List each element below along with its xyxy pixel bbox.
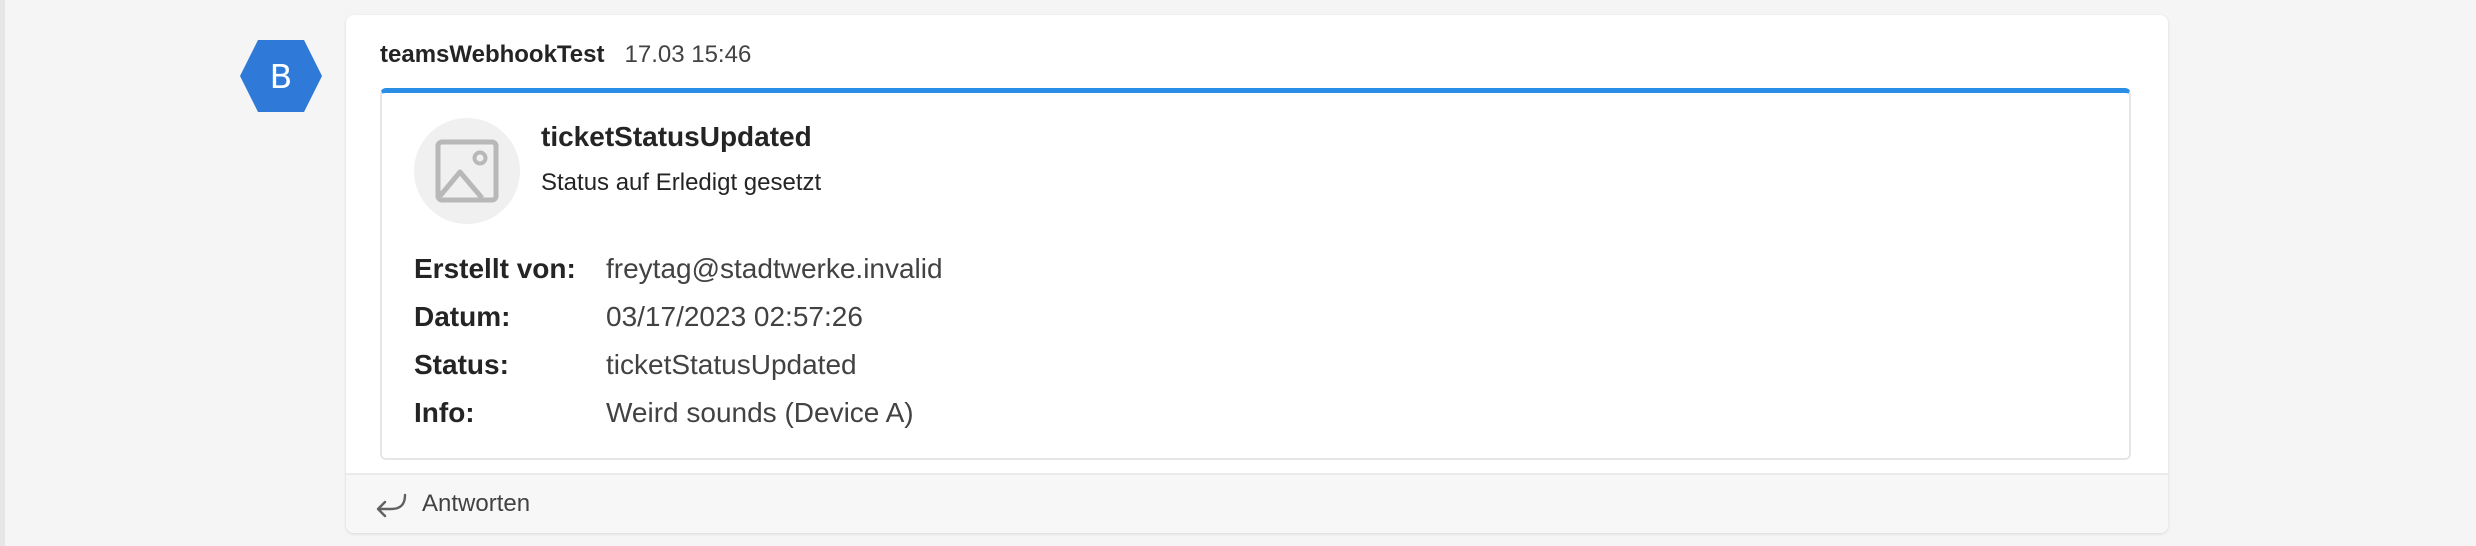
message-header: teamsWebhookTest 17.03 15:46 xyxy=(380,41,751,69)
fact-key: Erstellt von: xyxy=(414,253,576,284)
fact-key: Datum: xyxy=(414,301,511,332)
reply-arrow-icon xyxy=(376,493,407,518)
avatar[interactable]: B xyxy=(238,38,324,114)
image-placeholder-icon xyxy=(414,118,520,224)
fact-key: Status: xyxy=(414,349,509,380)
fact-row-created-by: Erstellt von: freytag@stadtwerke.invalid xyxy=(414,245,943,293)
sender-name[interactable]: teamsWebhookTest xyxy=(380,41,605,69)
message-container: teamsWebhookTest 17.03 15:46 ticketStatu… xyxy=(346,15,2168,533)
fact-row-info: Info: Weird sounds (Device A) xyxy=(414,389,943,437)
fact-value: freytag@stadtwerke.invalid xyxy=(606,253,943,284)
reply-label: Antworten xyxy=(422,490,531,517)
avatar-letter: B xyxy=(269,56,293,96)
reply-button[interactable]: Antworten xyxy=(346,473,2168,533)
card-subtitle: Status auf Erledigt gesetzt xyxy=(541,169,822,196)
fact-value: ticketStatusUpdated xyxy=(606,349,857,380)
fact-row-date: Datum: 03/17/2023 02:57:26 xyxy=(414,293,943,341)
left-edge-strip xyxy=(0,0,5,546)
fact-key: Info: xyxy=(414,397,475,428)
adaptive-card: ticketStatusUpdated Status auf Erledigt … xyxy=(380,88,2131,460)
card-title: ticketStatusUpdated xyxy=(541,121,812,152)
fact-value: Weird sounds (Device A) xyxy=(606,397,914,428)
message-timestamp: 17.03 15:46 xyxy=(624,41,752,68)
fact-value: 03/17/2023 02:57:26 xyxy=(606,301,863,332)
fact-row-status: Status: ticketStatusUpdated xyxy=(414,341,943,389)
fact-set: Erstellt von: freytag@stadtwerke.invalid… xyxy=(414,245,943,437)
